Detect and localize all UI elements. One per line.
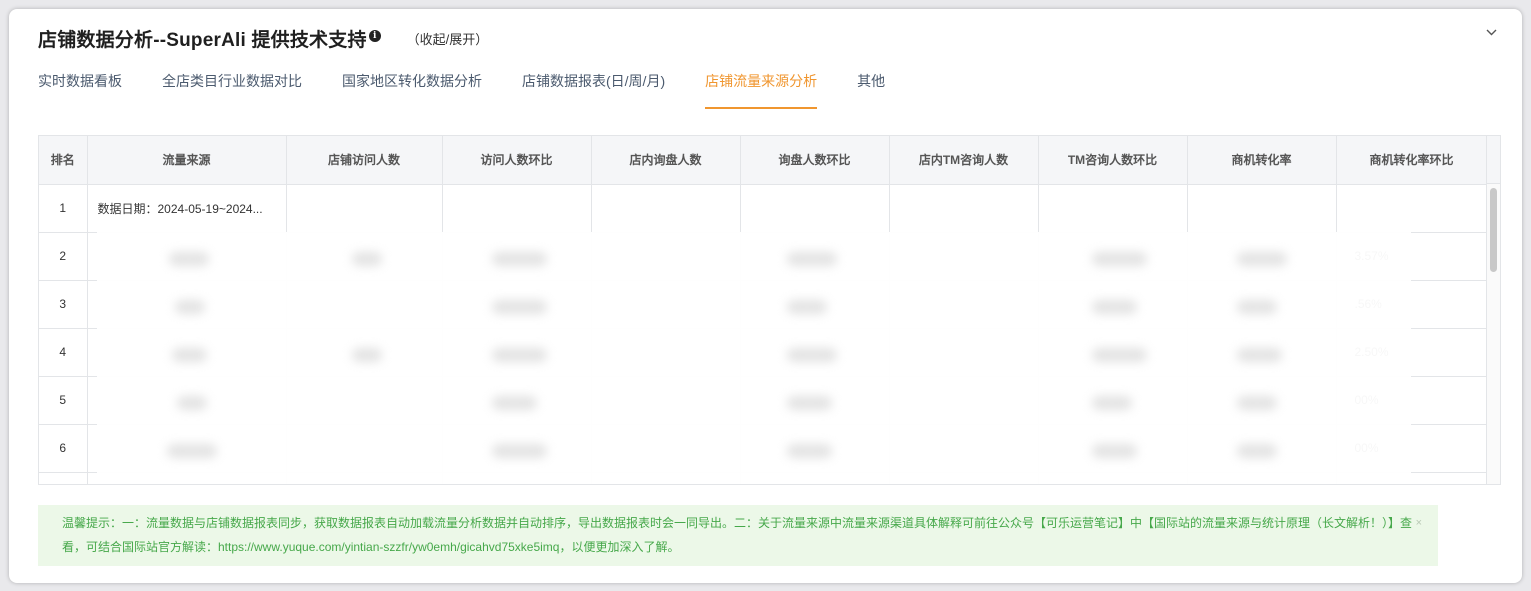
page-title: 店铺数据分析--SuperAli 提供技术支持 xyxy=(38,29,367,51)
column-header[interactable]: 店内TM咨询人数 xyxy=(889,136,1039,185)
table-row: 1 数据日期：2024-05-19~2024... xyxy=(39,184,1488,233)
tip-notice-text: 温馨提示：一：流量数据与店铺数据报表同步，获取数据报表自动加载流量分析数据并自动… xyxy=(62,516,1413,554)
data-cell xyxy=(1187,184,1337,233)
column-header[interactable]: 店铺访问人数 xyxy=(286,136,443,185)
rate-change-cell xyxy=(1336,184,1488,233)
column-header[interactable]: 流量来源 xyxy=(87,136,287,185)
data-cell xyxy=(442,184,592,233)
info-icon[interactable]: i xyxy=(368,30,381,42)
rank-cell: 1 xyxy=(39,184,88,233)
table-header-row: 排名 流量来源 店铺访问人数 访问人数环比 店内询盘人数 询盘人数环比 店内TM… xyxy=(39,136,1488,185)
panel-header: 店铺数据分析--SuperAli 提供技术支持 i （收起/展开） xyxy=(38,23,488,53)
data-cell xyxy=(889,184,1039,233)
rank-cell: 2 xyxy=(39,232,88,281)
collapse-toggle-link[interactable]: （收起/展开） xyxy=(407,29,489,48)
rank-cell: 6 xyxy=(39,424,88,473)
data-cell xyxy=(740,184,890,233)
tab-traffic-source[interactable]: 店铺流量来源分析 xyxy=(705,71,818,109)
scrollbar-corner xyxy=(1486,136,1500,184)
tip-notice: 温馨提示：一：流量数据与店铺数据报表同步，获取数据报表自动加载流量分析数据并自动… xyxy=(38,505,1438,566)
rank-cell: 5 xyxy=(39,376,88,425)
source-cell: 数据日期：2024-05-19~2024... xyxy=(87,184,287,233)
analysis-panel: 店铺数据分析--SuperAli 提供技术支持 i （收起/展开） 实时数据看板… xyxy=(9,9,1522,583)
tab-bar: 实时数据看板 全店类目行业数据对比 国家地区转化数据分析 店铺数据报表(日/周/… xyxy=(38,71,925,109)
close-icon[interactable]: × xyxy=(1416,511,1422,535)
column-header[interactable]: TM咨询人数环比 xyxy=(1038,136,1188,185)
traffic-table: 排名 流量来源 店铺访问人数 访问人数环比 店内询盘人数 询盘人数环比 店内TM… xyxy=(38,135,1501,485)
column-header[interactable]: 商机转化率 xyxy=(1187,136,1337,185)
column-header[interactable]: 询盘人数环比 xyxy=(740,136,890,185)
rank-cell: 3 xyxy=(39,280,88,329)
column-header[interactable]: 商机转化率环比 xyxy=(1336,136,1488,185)
tab-other[interactable]: 其他 xyxy=(857,71,885,107)
tab-category-comparison[interactable]: 全店类目行业数据对比 xyxy=(162,71,302,107)
chevron-down-icon[interactable] xyxy=(1486,29,1497,39)
tab-store-report[interactable]: 店铺数据报表(日/周/月) xyxy=(522,71,665,107)
column-header[interactable]: 店内询盘人数 xyxy=(591,136,741,185)
data-cell xyxy=(591,184,741,233)
rank-cell: 4 xyxy=(39,328,88,377)
data-cell xyxy=(286,184,443,233)
column-header[interactable]: 排名 xyxy=(39,136,88,185)
rank-cell xyxy=(39,472,88,484)
tab-country-conversion[interactable]: 国家地区转化数据分析 xyxy=(342,71,482,107)
tab-realtime-dashboard[interactable]: 实时数据看板 xyxy=(38,71,122,107)
column-header[interactable]: 访问人数环比 xyxy=(442,136,592,185)
data-cell xyxy=(1038,184,1188,233)
redacted-data-overlay xyxy=(97,232,1411,484)
scrollbar-thumb[interactable] xyxy=(1490,188,1497,272)
